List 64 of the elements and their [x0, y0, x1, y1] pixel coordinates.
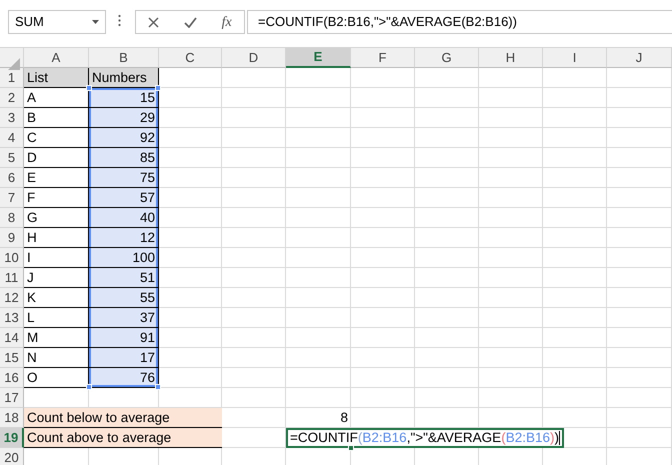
table-cell: 51	[89, 268, 159, 288]
table-cell: 91	[89, 328, 159, 348]
row-header[interactable]: 16	[0, 368, 24, 388]
select-all-icon[interactable]	[8, 58, 20, 70]
column-header[interactable]: C	[159, 48, 222, 68]
selection-handle[interactable]	[155, 384, 161, 390]
row-header[interactable]: 4	[0, 128, 24, 148]
table-cell: 76	[89, 368, 159, 388]
selection-handle[interactable]	[86, 85, 92, 91]
table-cell: 37	[89, 308, 159, 328]
row-header[interactable]: 17	[0, 388, 24, 408]
column-header[interactable]: J	[607, 48, 672, 68]
row-header[interactable]: 6	[0, 168, 24, 188]
table-cell: Count above to average	[24, 428, 222, 448]
column-header[interactable]: I	[543, 48, 607, 68]
column-header[interactable]: H	[479, 48, 543, 68]
table-cell: 29	[89, 108, 159, 128]
formula-input[interactable]: =COUNTIF(B2:B16,">"&AVERAGE(B2:B16))	[247, 10, 672, 34]
row-header[interactable]: 7	[0, 188, 24, 208]
column-header[interactable]: A	[24, 48, 89, 68]
row-header[interactable]: 2	[0, 88, 24, 108]
cell-editor[interactable]: =COUNTIF(B2:B16,">"&AVERAGE(B2:B16))	[286, 428, 564, 448]
table-cell: 75	[89, 168, 159, 188]
insert-function-button[interactable]: fx	[222, 12, 232, 32]
row-header[interactable]: 13	[0, 308, 24, 328]
row-header[interactable]: 12	[0, 288, 24, 308]
column-header[interactable]: G	[415, 48, 479, 68]
row-header[interactable]: 3	[0, 108, 24, 128]
row-header[interactable]: 8	[0, 208, 24, 228]
more-options-icon[interactable]	[118, 14, 121, 27]
name-box[interactable]: SUM	[8, 10, 106, 34]
row-header[interactable]: 5	[0, 148, 24, 168]
column-header[interactable]: F	[351, 48, 415, 68]
checkmark-icon[interactable]	[184, 16, 197, 28]
row-header[interactable]: 20	[0, 448, 24, 465]
table-cell: 15	[89, 88, 159, 108]
row-header[interactable]: 19	[0, 428, 24, 448]
row-header[interactable]: 9	[0, 228, 24, 248]
column-header[interactable]: E	[286, 48, 351, 68]
table-cell-text: 8	[339, 409, 349, 427]
row-header[interactable]: 10	[0, 248, 24, 268]
table-cell: 100	[89, 248, 159, 268]
row-header[interactable]: 18	[0, 408, 24, 428]
row-header[interactable]: 11	[0, 268, 24, 288]
table-cell: Count below to average	[24, 408, 222, 428]
selection-handle[interactable]	[155, 85, 161, 91]
table-cell: List	[24, 68, 89, 88]
row-header[interactable]: 14	[0, 328, 24, 348]
cancel-icon[interactable]	[148, 16, 160, 28]
table-cell: 57	[89, 188, 159, 208]
row-header[interactable]: 15	[0, 348, 24, 368]
table-cell: 85	[89, 148, 159, 168]
fill-handle[interactable]	[348, 445, 354, 451]
table-cell: 92	[89, 128, 159, 148]
table-cell: 40	[89, 208, 159, 228]
dropdown-caret-icon	[92, 20, 99, 24]
table-cell: 12	[89, 228, 159, 248]
table-cell: 17	[89, 348, 159, 368]
selection-handle[interactable]	[86, 384, 92, 390]
column-header[interactable]: D	[222, 48, 286, 68]
row-header[interactable]: 1	[0, 68, 24, 88]
table-cell: Numbers	[89, 68, 159, 88]
column-header[interactable]: B	[89, 48, 159, 68]
table-cell: 55	[89, 288, 159, 308]
